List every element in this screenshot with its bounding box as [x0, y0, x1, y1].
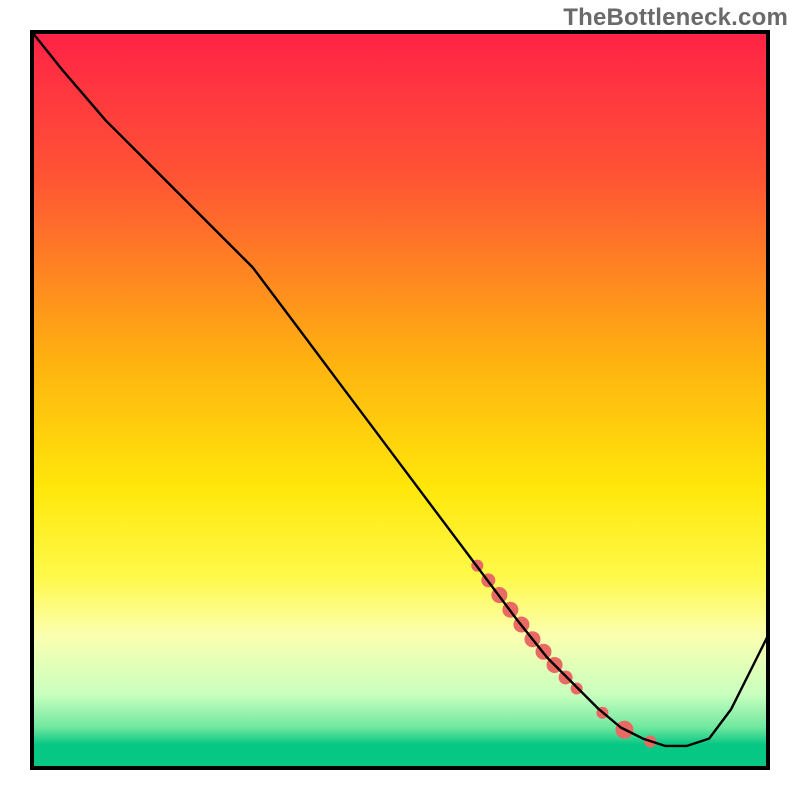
- chart-container: TheBottleneck.com: [0, 0, 800, 800]
- plot-background: [32, 32, 768, 768]
- watermark-label: TheBottleneck.com: [563, 4, 788, 32]
- bottleneck-chart: [0, 0, 800, 800]
